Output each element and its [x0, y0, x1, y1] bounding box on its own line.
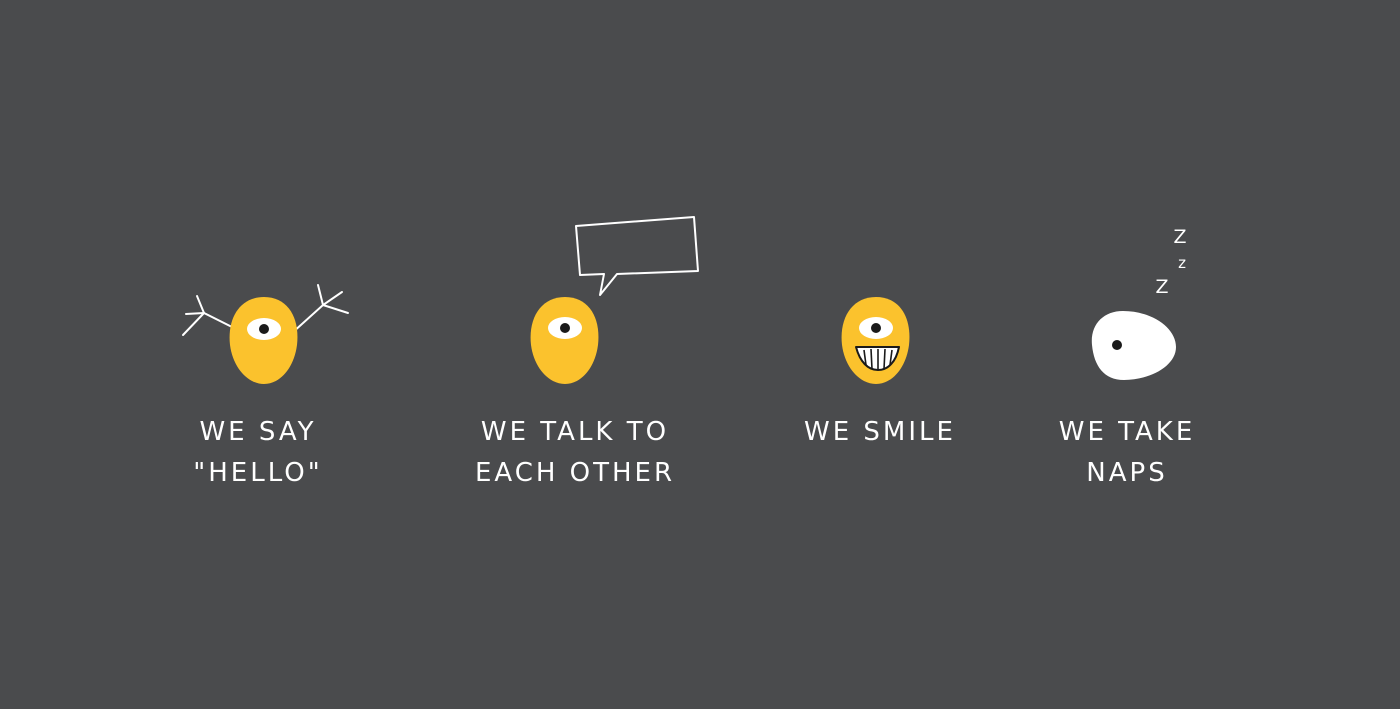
caption-line: NAPS	[1086, 458, 1168, 488]
right-arm-finger	[317, 284, 324, 306]
caption-line: WE TAKE	[1058, 417, 1196, 447]
creature-body	[1091, 311, 1176, 380]
caption-talk: WE TALK TO EACH OTHER	[465, 412, 685, 494]
caption-line: WE SMILE	[804, 417, 956, 447]
caption-line: EACH OTHER	[474, 458, 676, 488]
sleep-letter-medium: Z	[1155, 276, 1168, 298]
caption-hello: WE SAY "HELLO"	[158, 412, 358, 494]
creatures-illustration: Z z Z	[182, 216, 1187, 384]
caption-naps: WE TAKE NAPS	[1027, 412, 1227, 494]
left-arm-finger	[196, 295, 205, 314]
right-arm	[291, 291, 343, 334]
caption-line: WE SAY	[199, 417, 317, 447]
smiling-creature-icon	[841, 297, 910, 384]
left-arm-finger	[185, 312, 205, 315]
creature-pupil	[259, 324, 269, 334]
right-arm-finger	[322, 304, 349, 314]
caption-smile: WE SMILE	[780, 412, 980, 453]
illustration-scene: Z z Z WE SAY "HELLO" WE TALK TO EACH OTH…	[0, 0, 1400, 705]
sleep-letter-small: z	[1178, 254, 1186, 272]
creature-pupil	[560, 323, 570, 333]
sleeping-creature-icon: Z z Z	[1091, 226, 1187, 380]
talking-creature-icon	[530, 216, 699, 384]
creature-pupil	[1112, 340, 1122, 350]
creature-body	[530, 297, 599, 384]
creature-body	[841, 297, 910, 384]
sleep-letter-large: Z	[1173, 226, 1186, 248]
creature-body	[229, 297, 298, 384]
smile-tooth-line	[883, 348, 886, 370]
waving-creature-icon	[182, 284, 349, 384]
caption-line: "HELLO"	[193, 458, 323, 488]
caption-line: WE TALK TO	[480, 417, 670, 447]
left-arm	[182, 311, 233, 336]
creature-pupil	[871, 323, 881, 333]
speech-bubble	[575, 216, 699, 296]
smile-tooth-line	[870, 348, 873, 370]
